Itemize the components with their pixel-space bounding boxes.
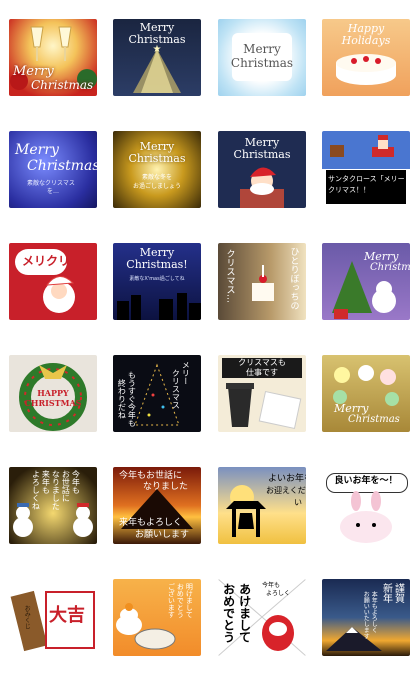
bunny-icon [340, 491, 392, 543]
sticker-text-14a: HAPPY [37, 388, 69, 398]
sticker-gold-sparkle[interactable]: Merry Christmas 素敵な冬を お過ごしましょう [113, 131, 201, 208]
sticker-text-21a: よいお年を [268, 474, 306, 484]
sticker-zoni[interactable]: 明けまして おめでとう ございます [113, 579, 201, 656]
sticker-text-8a: サンタクロース「メリー [328, 175, 405, 183]
sticker-text-24a: 明けまして [185, 583, 194, 618]
sticker-text-20c: 来年もよろしく [119, 518, 183, 528]
sticker-pixel-santa[interactable]: サンタクロース「メリー クリマス！！ [322, 131, 410, 208]
sticker-text-7b: Christmas [233, 148, 291, 161]
sticker-daruma[interactable]: 今年も よろしく あけまして おめでとう [218, 579, 306, 656]
sticker-ornament-faces[interactable]: Merry Christmas [322, 355, 410, 432]
sticker-text-16b: クリスマス [171, 369, 181, 409]
sticker-dark-tree[interactable]: メリー クリスマス もうすぐ今年も 終わりだね [113, 355, 201, 432]
sticker-text-5a: Merry [15, 142, 59, 158]
sticker-text-13b: Christmas [370, 262, 410, 273]
sticker-text-14b: CHRISTMAS [24, 398, 82, 408]
sticker-text-6c: 素敵な冬を [141, 174, 172, 181]
sticker-santa-chimney[interactable]: Merry Christmas [218, 131, 306, 208]
pixel-sleigh-icon [330, 135, 394, 157]
sticker-text-12a: ひとりぼっちの [288, 247, 299, 310]
sticker-text-21c: い [294, 498, 302, 507]
sticker-text-26c: 本年もよろしく [370, 591, 378, 633]
sticker-text-19c: なりました [51, 470, 61, 510]
sticker-text-2a: Merry [139, 21, 175, 34]
sticker-text-19d: 来年も [41, 470, 51, 494]
sticker-text-25d: おめでとう [221, 583, 236, 643]
sticker-text-5c: 素敵なクリスマス [27, 180, 75, 187]
sticker-text-19b: お世話に [61, 470, 71, 502]
sticker-text-19e: よろしくね [31, 470, 41, 510]
sticker-text-20d: お願いします [135, 530, 190, 540]
sticker-text-2b: Christmas [128, 33, 186, 46]
sticker-omikuji[interactable]: おみくじ 大吉 [9, 579, 97, 656]
sticker-snow-frame[interactable]: Merry Christmas [218, 19, 306, 96]
sticker-text-4a: Happy [347, 22, 385, 35]
sticker-text-15b: 終わりだね [117, 379, 127, 419]
sticker-sunset-fuji[interactable]: 今年もお世話に なりました 来年もよろしく お願いします [113, 467, 201, 544]
sticker-tree-lights[interactable]: ★ Merry Christmas [113, 19, 201, 96]
sticker-text-3b: Christmas [230, 56, 294, 70]
sticker-text-6d: お過ごしましょう [132, 183, 181, 190]
sticker-happy-holidays-cake[interactable]: Happy Holidays [322, 19, 410, 96]
sticker-purple-tree-bear[interactable]: Merry Christmas [322, 243, 410, 320]
sticker-text-11a: クリスマス… [224, 249, 235, 303]
sticker-night-city[interactable]: Merry Christmas! 素敵なX'mas過ごしてね [113, 243, 201, 320]
sticker-text-24b: おめでとう [176, 583, 185, 618]
sticker-text-18a: Merry [334, 402, 369, 415]
sticker-text-26b: 新年 [380, 583, 392, 603]
sticker-kinga-shinnen[interactable]: 謹賀 新年 本年もよろしく お願いいたします [322, 579, 410, 656]
sticker-text-13a: Merry [364, 250, 399, 263]
sticker-text-5b: Christmas [27, 158, 97, 174]
sticker-text-1a: Merry [13, 64, 54, 79]
sticker-text-5d: を… [47, 188, 60, 195]
sticker-text-21b: お迎えくださ [266, 486, 306, 495]
sticker-text-23b: 大吉 [49, 605, 85, 626]
sticker-text-25b: よろしく [266, 590, 291, 597]
sticker-text-26a: 謹賀 [392, 583, 404, 603]
sticker-merikuri-santa[interactable]: メリクリ [9, 243, 97, 320]
sticker-text-23a: おみくじ [23, 605, 31, 629]
santa-face-icon [43, 276, 75, 313]
sticker-text-8b: クリマス！！ [328, 186, 370, 194]
sticker-text-15a: もうすぐ今年も [127, 371, 137, 427]
sticker-text-3a: Merry [243, 42, 281, 56]
sticker-champagne-christmas[interactable]: Merry Christmas [9, 19, 97, 96]
sticker-bunny-greeting[interactable]: 良いお年を〜！ [322, 467, 410, 544]
sticker-text-16a: メリー [181, 361, 191, 385]
sticker-text-4b: Holidays [341, 34, 391, 47]
sticker-grid: Merry Christmas ★ Merry Christmas Merry … [0, 0, 420, 673]
sticker-text-20b: なりました [143, 482, 189, 492]
city-skyline-icon [117, 293, 201, 320]
sticker-blue-glitter[interactable]: Merry Christmas 素敵なクリスマス を… [9, 131, 97, 208]
sticker-wreath[interactable]: HAPPY CHRISTMAS [9, 355, 97, 432]
sticker-text-25c: あけまして [237, 583, 252, 643]
sticker-text-26d: お願いいたします [362, 591, 370, 639]
sticker-snowmen[interactable]: 今年も お世話に なりました 来年も よろしくね [9, 467, 97, 544]
sticker-text-24c: ございます [167, 583, 176, 618]
sticker-temple-bell[interactable]: よいお年を お迎えくださ い [218, 467, 306, 544]
sticker-text-1b: Christmas [31, 78, 94, 92]
sticker-text-19a: 今年も [71, 470, 81, 494]
sticker-text-20a: 今年もお世話に [119, 471, 183, 481]
sticker-text-7a: Merry [244, 136, 280, 149]
sticker-text-6b: Christmas [128, 152, 186, 165]
sticker-text-18b: Christmas [348, 414, 400, 425]
sticker-text-25a: 今年も [262, 582, 281, 589]
sticker-text-6a: Merry [139, 140, 175, 153]
coffee-cup-icon [226, 383, 302, 430]
sticker-work-christmas[interactable]: クリスマスも 仕事です [218, 355, 306, 432]
sticker-lonely-cake[interactable]: クリスマス… ひとりぼっちの [218, 243, 306, 320]
